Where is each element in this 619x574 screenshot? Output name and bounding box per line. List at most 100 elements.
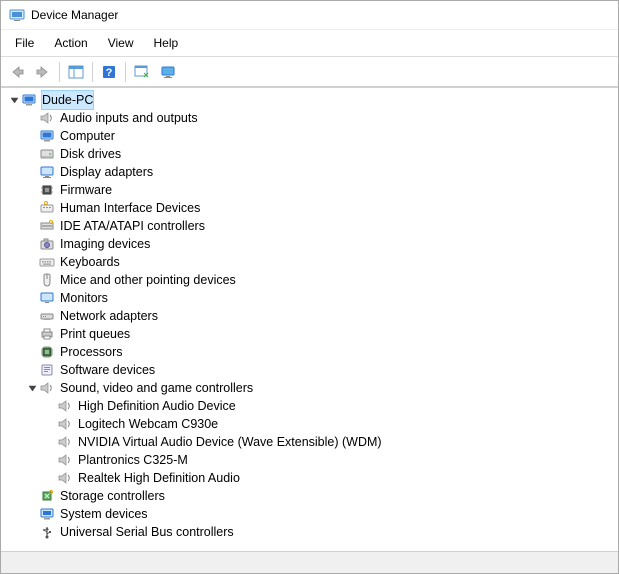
- monitor-icon: [39, 290, 55, 306]
- tree-node[interactable]: Dude-PC: [1, 91, 618, 109]
- speaker-icon: [57, 398, 73, 414]
- tree-node-label: Plantronics C325-M: [77, 451, 189, 469]
- tree-node[interactable]: IDE ATA/ATAPI controllers: [1, 217, 618, 235]
- tree-node-label: Mice and other pointing devices: [59, 271, 237, 289]
- tree-view[interactable]: Dude-PCAudio inputs and outputsComputerD…: [1, 88, 618, 551]
- cpu-icon: [39, 344, 55, 360]
- tree-node[interactable]: Plantronics C325-M: [1, 451, 618, 469]
- computer-icon: [39, 128, 55, 144]
- menubar: File Action View Help: [1, 30, 618, 57]
- tree-node[interactable]: Imaging devices: [1, 235, 618, 253]
- ide-icon: [39, 218, 55, 234]
- tree-node[interactable]: Sound, video and game controllers: [1, 379, 618, 397]
- toolbar-separator: [125, 62, 126, 82]
- tree-node-label: Dude-PC: [41, 90, 94, 110]
- tree-node[interactable]: Print queues: [1, 325, 618, 343]
- tree-node[interactable]: Software devices: [1, 361, 618, 379]
- statusbar: [1, 551, 618, 573]
- window-title: Device Manager: [31, 8, 118, 22]
- tree-node-label: IDE ATA/ATAPI controllers: [59, 217, 206, 235]
- tree-children: Audio inputs and outputsComputerDisk dri…: [1, 109, 618, 541]
- menu-view[interactable]: View: [98, 32, 144, 54]
- speaker-icon: [57, 416, 73, 432]
- hid-icon: [39, 200, 55, 216]
- software-icon: [39, 362, 55, 378]
- chevron-down-icon[interactable]: [25, 381, 39, 395]
- keyboard-icon: [39, 254, 55, 270]
- tree-node[interactable]: Computer: [1, 127, 618, 145]
- tree-children: High Definition Audio DeviceLogitech Web…: [1, 397, 618, 487]
- chevron-down-icon[interactable]: [7, 93, 21, 107]
- tree-node[interactable]: Processors: [1, 343, 618, 361]
- tree-node-label: NVIDIA Virtual Audio Device (Wave Extens…: [77, 433, 383, 451]
- tree-node[interactable]: Universal Serial Bus controllers: [1, 523, 618, 541]
- tree-node[interactable]: Monitors: [1, 289, 618, 307]
- tree-node-label: Computer: [59, 127, 116, 145]
- speaker-icon: [57, 434, 73, 450]
- computer-icon: [21, 92, 37, 108]
- titlebar: Device Manager: [1, 1, 618, 30]
- toolbar: ?: [1, 57, 618, 87]
- tree-node-label: Keyboards: [59, 253, 121, 271]
- tree-node[interactable]: Realtek High Definition Audio: [1, 469, 618, 487]
- tree-node[interactable]: Human Interface Devices: [1, 199, 618, 217]
- tree-node-label: Storage controllers: [59, 487, 166, 505]
- tree-node[interactable]: Network adapters: [1, 307, 618, 325]
- display-icon: [39, 164, 55, 180]
- system-icon: [39, 506, 55, 522]
- menu-help[interactable]: Help: [144, 32, 189, 54]
- tree-node-label: High Definition Audio Device: [77, 397, 237, 415]
- printer-icon: [39, 326, 55, 342]
- tree-node-label: Network adapters: [59, 307, 159, 325]
- disk-icon: [39, 146, 55, 162]
- tree-node[interactable]: Storage controllers: [1, 487, 618, 505]
- tree-node-label: Logitech Webcam C930e: [77, 415, 219, 433]
- camera-icon: [39, 236, 55, 252]
- speaker-icon: [39, 380, 55, 396]
- tree-node[interactable]: System devices: [1, 505, 618, 523]
- tree-node[interactable]: Keyboards: [1, 253, 618, 271]
- monitor-button[interactable]: [156, 60, 180, 84]
- tree-node-label: Display adapters: [59, 163, 154, 181]
- tree-node[interactable]: High Definition Audio Device: [1, 397, 618, 415]
- speaker-icon: [57, 452, 73, 468]
- forward-button[interactable]: [31, 60, 55, 84]
- tree-node-label: Software devices: [59, 361, 156, 379]
- help-button[interactable]: ?: [97, 60, 121, 84]
- speaker-icon: [57, 470, 73, 486]
- app-icon: [9, 7, 25, 23]
- tree-node[interactable]: Firmware: [1, 181, 618, 199]
- storage-icon: [39, 488, 55, 504]
- tree-node-label: Imaging devices: [59, 235, 151, 253]
- network-icon: [39, 308, 55, 324]
- tree-node[interactable]: Disk drives: [1, 145, 618, 163]
- tree-node-label: Sound, video and game controllers: [59, 379, 254, 397]
- toolbar-separator: [92, 62, 93, 82]
- tree-node-label: System devices: [59, 505, 149, 523]
- tree-node-label: Human Interface Devices: [59, 199, 201, 217]
- tree-node[interactable]: NVIDIA Virtual Audio Device (Wave Extens…: [1, 433, 618, 451]
- tree-node-label: Monitors: [59, 289, 109, 307]
- tree-node-label: Disk drives: [59, 145, 122, 163]
- back-button[interactable]: [5, 60, 29, 84]
- mouse-icon: [39, 272, 55, 288]
- tree-node-label: Universal Serial Bus controllers: [59, 523, 235, 541]
- tree-node-label: Firmware: [59, 181, 113, 199]
- chip-icon: [39, 182, 55, 198]
- menu-file[interactable]: File: [5, 32, 44, 54]
- tree-node[interactable]: Logitech Webcam C930e: [1, 415, 618, 433]
- menu-action[interactable]: Action: [44, 32, 97, 54]
- svg-text:?: ?: [106, 67, 113, 79]
- tree-node-label: Realtek High Definition Audio: [77, 469, 241, 487]
- tree-node-label: Audio inputs and outputs: [59, 109, 199, 127]
- tree-node[interactable]: Mice and other pointing devices: [1, 271, 618, 289]
- toolbar-separator: [59, 62, 60, 82]
- tree-node-label: Processors: [59, 343, 124, 361]
- show-hide-button[interactable]: [64, 60, 88, 84]
- speaker-icon: [39, 110, 55, 126]
- scan-button[interactable]: [130, 60, 154, 84]
- usb-icon: [39, 524, 55, 540]
- tree-node[interactable]: Audio inputs and outputs: [1, 109, 618, 127]
- tree-node[interactable]: Display adapters: [1, 163, 618, 181]
- tree-node-label: Print queues: [59, 325, 131, 343]
